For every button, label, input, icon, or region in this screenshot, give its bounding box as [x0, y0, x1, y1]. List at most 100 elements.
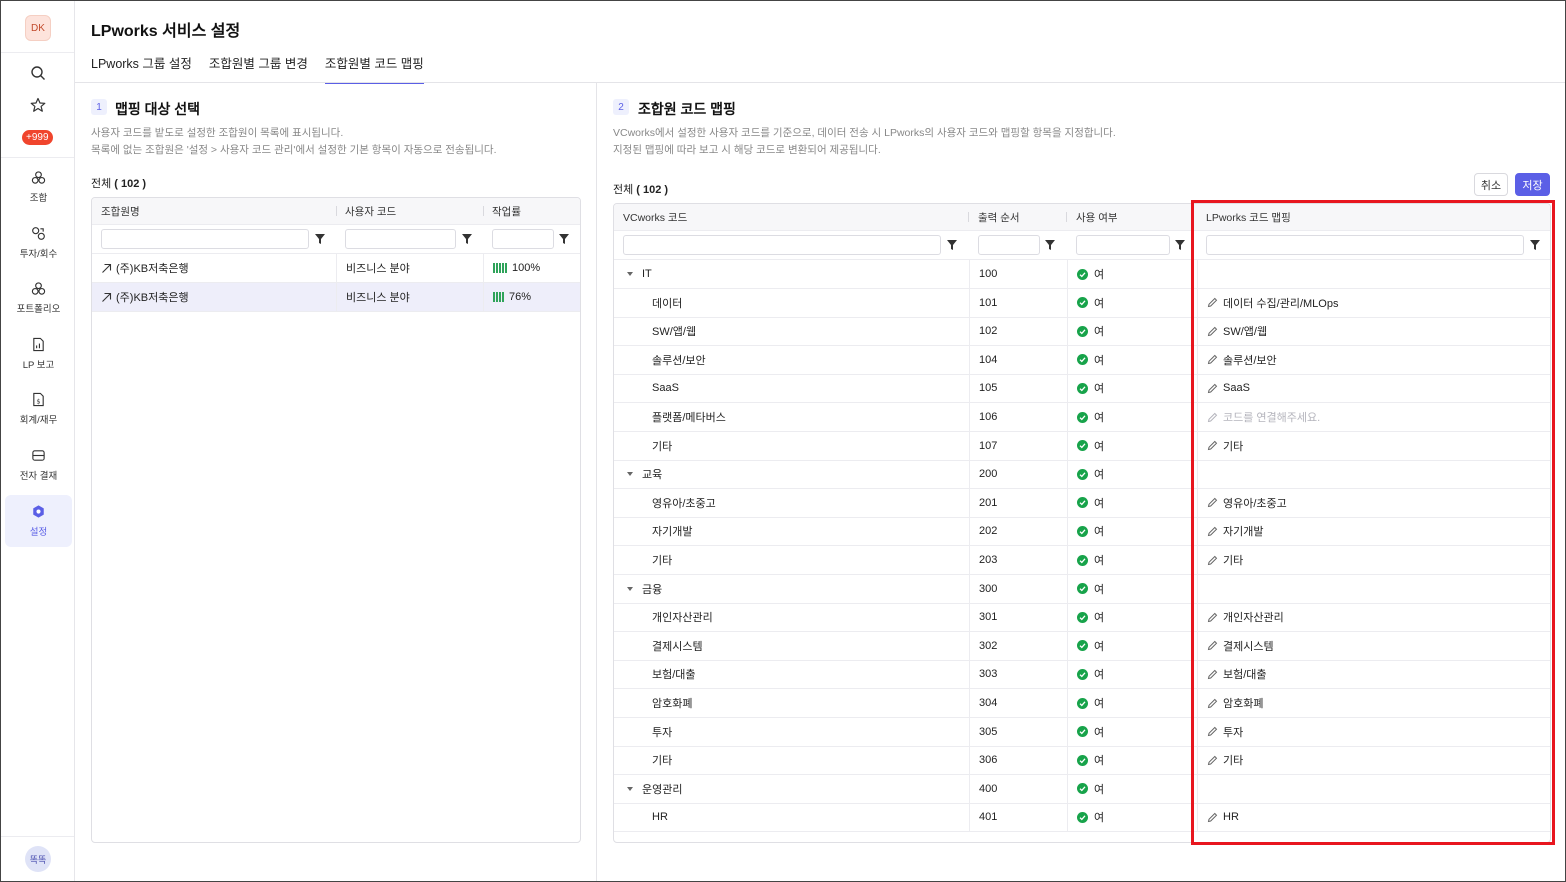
tab-member-code-mapping[interactable]: 조합원별 코드 맵핑	[324, 53, 424, 84]
table-row[interactable]: HR 401 여 HR	[614, 803, 1550, 833]
table-row[interactable]: 자기개발 202 여 자기개발	[614, 517, 1550, 547]
pencil-icon[interactable]	[1207, 383, 1218, 394]
column-header[interactable]: 조합원명	[92, 198, 336, 224]
mapping-filter-input[interactable]	[1206, 235, 1524, 255]
use-filter-input[interactable]	[1076, 235, 1170, 255]
table-row[interactable]: 개인자산관리 301 여 개인자산관리	[614, 603, 1550, 633]
chevron-down-icon[interactable]	[627, 786, 633, 791]
table-row[interactable]: 투자 305 여 투자	[614, 717, 1550, 747]
lpworks-mapping-cell[interactable]: 보험/대출	[1197, 660, 1550, 689]
column-header[interactable]: 작업률	[483, 198, 580, 224]
chevron-down-icon[interactable]	[627, 472, 633, 477]
pencil-icon[interactable]	[1207, 612, 1218, 623]
save-button[interactable]: 저장	[1515, 173, 1550, 196]
sidebar-item-settings[interactable]: 설정	[5, 495, 72, 547]
table-row[interactable]: 암호화폐 304 여 암호화폐	[614, 689, 1550, 718]
table-row[interactable]: 솔루션/보안 104 여 솔루션/보안	[614, 345, 1550, 375]
lpworks-mapping-cell[interactable]: 투자	[1197, 717, 1550, 746]
notification-badge[interactable]: +999	[22, 130, 53, 145]
pencil-icon[interactable]	[1207, 812, 1218, 823]
user-avatar[interactable]: 똑똑	[25, 846, 51, 872]
lpworks-mapping-cell[interactable]	[1197, 460, 1550, 489]
pencil-icon[interactable]	[1207, 412, 1218, 423]
pencil-icon[interactable]	[1207, 297, 1218, 308]
org-avatar[interactable]: DK	[25, 15, 51, 41]
arrow-up-right-icon[interactable]	[101, 292, 112, 303]
lpworks-mapping-cell[interactable]: 개인자산관리	[1197, 603, 1550, 632]
lpworks-mapping-cell[interactable]: 암호화폐	[1197, 689, 1550, 717]
pencil-icon[interactable]	[1207, 354, 1218, 365]
pencil-icon[interactable]	[1207, 755, 1218, 766]
lpworks-mapping-cell[interactable]	[1197, 260, 1550, 288]
lpworks-mapping-cell[interactable]: 기타	[1197, 546, 1550, 574]
tab-member-group-change[interactable]: 조합원별 그룹 변경	[209, 53, 308, 84]
lpworks-mapping-cell[interactable]	[1197, 574, 1550, 603]
lpworks-mapping-cell[interactable]: 기타	[1197, 431, 1550, 460]
lpworks-mapping-cell[interactable]: 결제시스템	[1197, 631, 1550, 660]
lpworks-mapping-cell[interactable]: 데이터 수집/관리/MLOps	[1197, 288, 1550, 317]
arrow-up-right-icon[interactable]	[101, 263, 112, 274]
lpworks-mapping-cell[interactable]: 코드를 연결해주세요.	[1197, 403, 1550, 431]
table-row[interactable]: 기타 306 여 기타	[614, 746, 1550, 776]
vcworks-code-filter-input[interactable]	[623, 235, 941, 255]
table-row[interactable]: 플랫폼/메타버스 106 여 코드를 연결해주세요.	[614, 403, 1550, 432]
cancel-button[interactable]: 취소	[1474, 173, 1508, 196]
pencil-icon[interactable]	[1207, 669, 1218, 680]
lpworks-mapping-cell[interactable]: SW/앱/웹	[1197, 317, 1550, 346]
user-code-filter-input[interactable]	[345, 229, 456, 249]
column-header[interactable]: 사용자 코드	[336, 198, 483, 224]
tab-group-settings[interactable]: LPworks 그룹 설정	[91, 53, 192, 84]
filter-icon[interactable]	[462, 234, 472, 244]
filter-icon[interactable]	[1175, 240, 1185, 250]
table-row[interactable]: 데이터 101 여 데이터 수집/관리/MLOps	[614, 288, 1550, 318]
pencil-icon[interactable]	[1207, 497, 1218, 508]
progress-filter-input[interactable]	[492, 229, 554, 249]
pencil-icon[interactable]	[1207, 555, 1218, 566]
chevron-down-icon[interactable]	[627, 586, 633, 591]
sidebar-item-lp-report[interactable]: LP 보고	[5, 328, 72, 380]
column-header[interactable]: VCworks 코드	[614, 204, 969, 230]
group-row[interactable]: IT 100 여	[614, 260, 1550, 289]
star-icon[interactable]	[30, 97, 46, 113]
table-row[interactable]: SaaS 105 여 SaaS	[614, 374, 1550, 404]
sidebar-item-investment[interactable]: 투자/회수	[5, 217, 72, 269]
order-filter-input[interactable]	[978, 235, 1040, 255]
filter-icon[interactable]	[559, 234, 569, 244]
column-header[interactable]: 사용 여부	[1067, 204, 1193, 230]
pencil-icon[interactable]	[1207, 440, 1218, 451]
filter-icon[interactable]	[947, 240, 957, 250]
lpworks-mapping-cell[interactable]: HR	[1197, 803, 1550, 832]
table-row[interactable]: SW/앱/웹 102 여 SW/앱/웹	[614, 317, 1550, 347]
lpworks-mapping-cell[interactable]	[1197, 774, 1550, 803]
column-header[interactable]: 출력 순서	[969, 204, 1067, 230]
sidebar-item-approval[interactable]: 전자 결재	[5, 439, 72, 491]
table-row[interactable]: 영유아/초중고 201 여 영유아/초중고	[614, 488, 1550, 518]
table-row[interactable]: 보험/대출 303 여 보험/대출	[614, 660, 1550, 690]
table-row[interactable]: 기타 107 여 기타	[614, 431, 1550, 461]
pencil-icon[interactable]	[1207, 526, 1218, 537]
chevron-down-icon[interactable]	[627, 272, 633, 276]
group-row[interactable]: 교육 200 여	[614, 460, 1550, 490]
sidebar-item-accounting[interactable]: $ 회계/재무	[5, 383, 72, 435]
sidebar-item-fund[interactable]: 조합	[5, 161, 72, 213]
pencil-icon[interactable]	[1207, 726, 1218, 737]
sidebar-item-portfolio[interactable]: 포트폴리오	[5, 272, 72, 324]
pencil-icon[interactable]	[1207, 698, 1218, 709]
lpworks-mapping-cell[interactable]: 솔루션/보안	[1197, 345, 1550, 374]
column-header[interactable]: LPworks 코드 맵핑	[1197, 204, 1550, 230]
lpworks-mapping-cell[interactable]: 기타	[1197, 746, 1550, 775]
pencil-icon[interactable]	[1207, 640, 1218, 651]
table-row[interactable]: (주)KB저축은행 비즈니스 분야 76%	[92, 283, 580, 312]
table-row[interactable]: 기타 203 여 기타	[614, 546, 1550, 575]
filter-icon[interactable]	[315, 234, 325, 244]
group-row[interactable]: 금융 300 여	[614, 574, 1550, 604]
lpworks-mapping-cell[interactable]: SaaS	[1197, 374, 1550, 403]
pencil-icon[interactable]	[1207, 326, 1218, 337]
group-row[interactable]: 운영관리 400 여	[614, 774, 1550, 804]
table-row[interactable]: 결제시스템 302 여 결제시스템	[614, 631, 1550, 661]
search-icon[interactable]	[30, 65, 46, 81]
filter-icon[interactable]	[1530, 240, 1540, 250]
lpworks-mapping-cell[interactable]: 영유아/초중고	[1197, 488, 1550, 517]
filter-icon[interactable]	[1045, 240, 1055, 250]
table-row[interactable]: (주)KB저축은행 비즈니스 분야 100%	[92, 254, 580, 283]
